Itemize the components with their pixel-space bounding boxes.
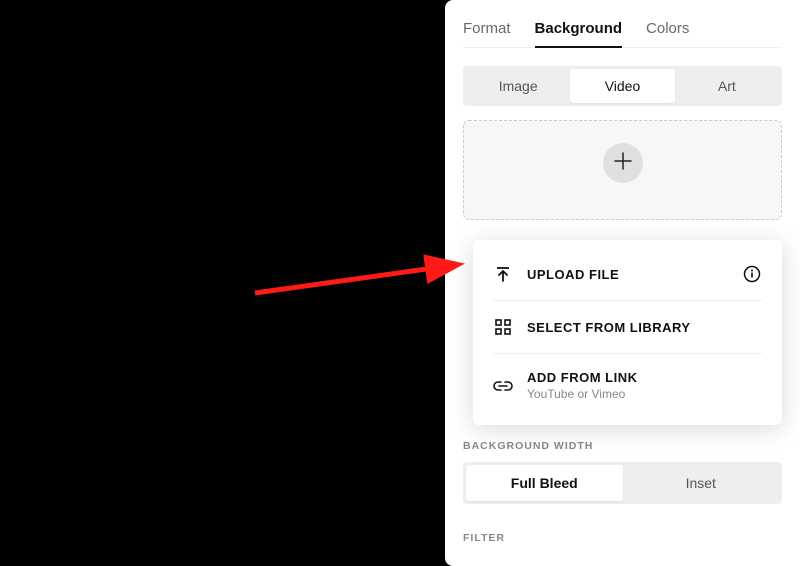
settings-panel: Format Background Colors Image Video Art… <box>445 0 800 566</box>
popup-upload-file[interactable]: UPLOAD FILE <box>473 248 782 300</box>
panel-tabs: Format Background Colors <box>463 14 782 48</box>
add-from-link-sublabel: YouTube or Vimeo <box>527 387 762 401</box>
width-segmented: Full Bleed Inset <box>463 462 782 504</box>
upload-dropzone[interactable] <box>463 120 782 220</box>
popup-add-from-link[interactable]: ADD FROM LINK YouTube or Vimeo <box>473 354 782 417</box>
filter-section: FILTER <box>463 532 782 544</box>
grid-icon <box>493 317 513 337</box>
width-inset[interactable]: Inset <box>623 465 780 501</box>
upload-file-label: UPLOAD FILE <box>527 267 728 282</box>
filter-label: FILTER <box>463 532 782 544</box>
link-icon <box>493 376 513 396</box>
tab-colors[interactable]: Colors <box>646 14 689 47</box>
tab-format[interactable]: Format <box>463 14 511 47</box>
add-media-popup: UPLOAD FILE SELECT FROM LIBRARY ADD FROM… <box>473 240 782 425</box>
segment-art[interactable]: Art <box>675 69 779 103</box>
select-library-label: SELECT FROM LIBRARY <box>527 320 762 335</box>
media-type-segmented: Image Video Art <box>463 66 782 106</box>
segment-video[interactable]: Video <box>570 69 674 103</box>
add-media-button[interactable] <box>603 143 643 183</box>
upload-icon <box>493 264 513 284</box>
background-width-section: BACKGROUND WIDTH Full Bleed Inset <box>463 440 782 504</box>
segment-image[interactable]: Image <box>466 69 570 103</box>
plus-icon <box>614 149 632 177</box>
add-from-link-label: ADD FROM LINK <box>527 370 762 385</box>
popup-select-library[interactable]: SELECT FROM LIBRARY <box>473 301 782 353</box>
width-full-bleed[interactable]: Full Bleed <box>466 465 623 501</box>
tab-background[interactable]: Background <box>535 14 623 47</box>
info-icon[interactable] <box>742 265 762 283</box>
background-width-label: BACKGROUND WIDTH <box>463 440 782 452</box>
